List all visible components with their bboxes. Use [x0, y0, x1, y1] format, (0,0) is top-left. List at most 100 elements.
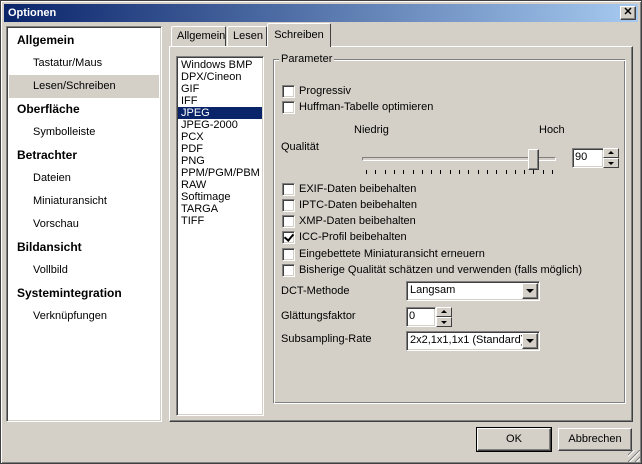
format-item[interactable]: PCX: [178, 131, 262, 143]
slider-tick: [413, 170, 414, 174]
slider-tick: [468, 170, 469, 174]
tab-schreiben[interactable]: Schreiben: [267, 23, 331, 47]
slider-tick: [440, 170, 441, 174]
quality-stepper[interactable]: [603, 148, 619, 168]
slider-tick: [385, 170, 386, 174]
checkbox-label: Bisherige Qualität schätzen und verwende…: [299, 264, 583, 276]
checkbox-box[interactable]: [282, 198, 295, 212]
checkbox-box[interactable]: [282, 263, 295, 277]
metadata-checkbox-4[interactable]: Eingebettete Miniaturansicht erneuern: [282, 247, 485, 261]
close-button[interactable]: ✕: [620, 6, 636, 20]
checkbox-box[interactable]: [282, 182, 295, 196]
slider-tick: [506, 170, 507, 174]
format-item[interactable]: TIFF: [178, 215, 262, 227]
checkbox-label: Eingebettete Miniaturansicht erneuern: [299, 248, 485, 260]
chevron-down-icon[interactable]: [522, 283, 538, 299]
slider-tick: [422, 170, 423, 174]
slider-tick: [552, 170, 553, 174]
metadata-checkbox-1[interactable]: IPTC-Daten beibehalten: [282, 198, 417, 212]
checkbox-box[interactable]: [282, 247, 295, 261]
dct-value: Langsam: [410, 284, 456, 296]
checkbox-box[interactable]: [282, 100, 295, 114]
format-item[interactable]: IFF: [178, 95, 262, 107]
slider-tick: [524, 170, 525, 174]
dct-label: DCT-Methode: [281, 285, 350, 297]
format-item[interactable]: PDF: [178, 143, 262, 155]
slider-tick: [394, 170, 395, 174]
checkbox-label: ICC-Profil beibehalten: [299, 231, 407, 243]
quality-slider-track[interactable]: [362, 157, 556, 161]
nav-item-7[interactable]: Miniaturansicht: [9, 190, 159, 213]
slider-tick: [450, 170, 451, 174]
nav-item-12[interactable]: Verknüpfungen: [9, 305, 159, 328]
format-item[interactable]: DPX/Cineon: [178, 71, 262, 83]
format-item[interactable]: JPEG-2000: [178, 119, 262, 131]
spin-up-icon[interactable]: [603, 148, 619, 158]
checkbox-label: Progressiv: [299, 85, 351, 97]
nav-item-3[interactable]: Oberfläche: [9, 98, 159, 121]
format-item[interactable]: TARGA: [178, 203, 262, 215]
spin-down-icon[interactable]: [603, 158, 619, 168]
tab-allgemein[interactable]: Allgemein: [171, 26, 226, 46]
dct-select[interactable]: Langsam: [406, 281, 540, 301]
spin-up-icon[interactable]: [436, 307, 452, 317]
checkbox-box[interactable]: [282, 84, 295, 98]
format-item[interactable]: GIF: [178, 83, 262, 95]
slider-tick: [515, 170, 516, 174]
subsampling-value: 2x2,1x1,1x1 (Standard): [410, 334, 525, 346]
quality-low-label: Niedrig: [354, 124, 389, 136]
smoothing-stepper[interactable]: [436, 307, 452, 327]
nav-item-11[interactable]: Systemintegration: [9, 282, 159, 305]
resize-grip-icon[interactable]: [628, 450, 640, 462]
nav-item-1[interactable]: Tastatur/Maus: [9, 52, 159, 75]
slider-tick: [366, 170, 367, 174]
parameter-group-label: Parameter: [279, 53, 335, 65]
checkbox-label: XMP-Daten beibehalten: [299, 215, 416, 227]
nav-item-10[interactable]: Vollbild: [9, 259, 159, 282]
huffman-checkbox[interactable]: Huffman-Tabelle optimieren: [282, 100, 433, 114]
smoothing-input[interactable]: 0: [406, 307, 436, 327]
slider-tick: [478, 170, 479, 174]
nav-item-5[interactable]: Betrachter: [9, 144, 159, 167]
category-list[interactable]: Allgemein Tastatur/Maus Lesen/Schreiben Obe…: [6, 26, 162, 422]
chevron-down-icon[interactable]: [522, 333, 538, 349]
quality-high-label: Hoch: [539, 124, 565, 136]
format-item[interactable]: JPEG: [178, 107, 262, 119]
metadata-checkbox-2[interactable]: XMP-Daten beibehalten: [282, 214, 416, 228]
nav-item-6[interactable]: Dateien: [9, 167, 159, 190]
nav-item-8[interactable]: Vorschau: [9, 213, 159, 236]
slider-tick: [431, 170, 432, 174]
nav-item-2[interactable]: Lesen/Schreiben: [9, 75, 159, 98]
metadata-checkbox-3[interactable]: ICC-Profil beibehalten: [282, 230, 407, 244]
quality-slider-thumb[interactable]: [528, 149, 539, 170]
ok-button[interactable]: OK: [476, 427, 552, 452]
spin-down-icon[interactable]: [436, 317, 452, 327]
slider-tick: [403, 170, 404, 174]
tab-lesen[interactable]: Lesen: [227, 26, 267, 46]
slider-tick: [375, 170, 376, 174]
cancel-button[interactable]: Abbrechen: [558, 428, 632, 451]
slider-tick: [487, 170, 488, 174]
checkbox-box[interactable]: [282, 230, 295, 244]
checkbox-label: IPTC-Daten beibehalten: [299, 199, 418, 211]
quality-input[interactable]: 90: [572, 148, 604, 168]
title-bar: Optionen ✕: [4, 4, 638, 22]
checkbox-label: Huffman-Tabelle optimieren: [299, 101, 434, 113]
progressive-checkbox[interactable]: Progressiv: [282, 84, 351, 98]
subsampling-label: Subsampling-Rate: [281, 333, 372, 345]
slider-tick: [543, 170, 544, 174]
format-list[interactable]: Windows BMP DPX/Cineon GIF IFF JPEG JPEG-2000…: [176, 56, 264, 416]
format-item[interactable]: PNG: [178, 155, 262, 167]
metadata-checkbox-5[interactable]: Bisherige Qualität schätzen und verwende…: [282, 263, 582, 277]
nav-item-9[interactable]: Bildansicht: [9, 236, 159, 259]
metadata-checkbox-0[interactable]: EXIF-Daten beibehalten: [282, 182, 416, 196]
format-item[interactable]: Windows BMP: [178, 59, 262, 71]
checkbox-box[interactable]: [282, 214, 295, 228]
format-item[interactable]: RAW: [178, 179, 262, 191]
slider-tick: [533, 170, 534, 174]
format-item[interactable]: PPM/PGM/PBM: [178, 167, 262, 179]
subsampling-select[interactable]: 2x2,1x1,1x1 (Standard): [406, 331, 540, 351]
format-item[interactable]: Softimage: [178, 191, 262, 203]
nav-item-0[interactable]: Allgemein: [9, 29, 159, 52]
nav-item-4[interactable]: Symbolleiste: [9, 121, 159, 144]
